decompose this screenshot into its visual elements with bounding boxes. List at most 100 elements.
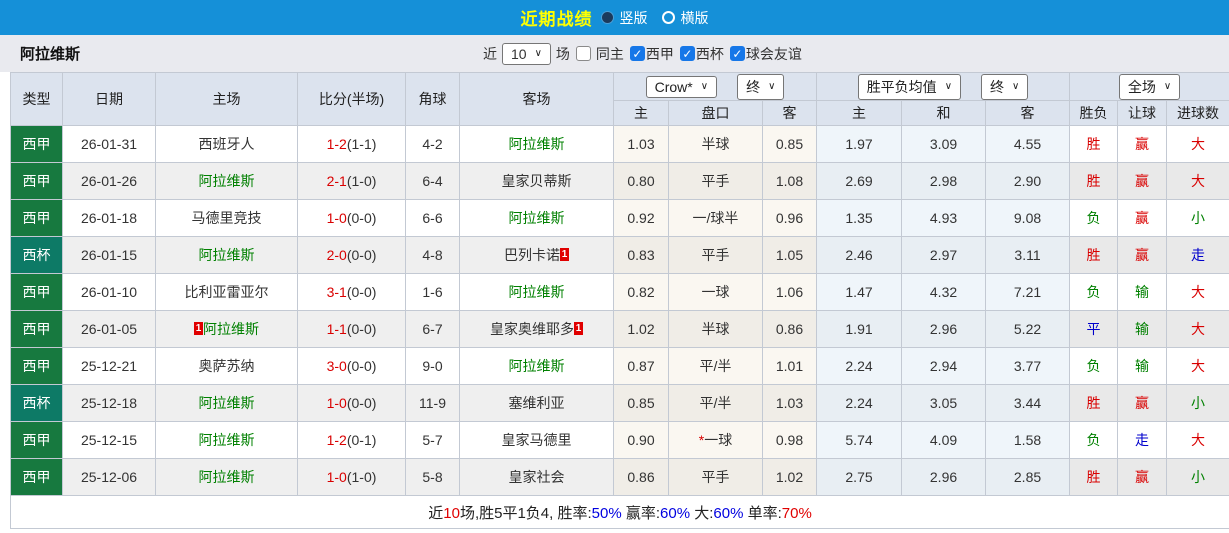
col-header-type: 类型 [10, 72, 63, 126]
crow-handicap-cell: 平/半 [668, 347, 763, 385]
date-cell: 26-01-05 [62, 310, 156, 348]
avg-away-odds-cell: 3.77 [985, 347, 1071, 385]
match-count-select[interactable]: 10 ∨ [502, 42, 551, 65]
avg-draw-odds-cell: 4.32 [901, 273, 987, 311]
avg-home-odds-cell: 1.47 [816, 273, 903, 311]
away-team-cell: 皇家奥维耶多 1 [459, 310, 614, 348]
corner-cell: 1-6 [405, 273, 460, 311]
radio-unselected-icon[interactable] [661, 11, 675, 24]
crow-home-odds-cell: 0.90 [613, 421, 669, 459]
avg-draw-odds-cell: 4.93 [901, 199, 987, 237]
liga-checkbox[interactable]: ✓ 西甲 [629, 44, 674, 64]
table-row: 西甲 25-12-15 阿拉维斯 1-2(0-1) 5-7 皇家马德里 0.90 *一球 0.9… [10, 421, 1229, 459]
horizontal-layout-radio[interactable]: 横版 [661, 8, 709, 28]
checkbox-unchecked-icon[interactable] [575, 46, 591, 61]
away-team-cell: 皇家贝蒂斯 [459, 162, 614, 200]
halftime-score: (0-0) [346, 395, 377, 411]
summary-segment: 场,胜5平1负4, 胜率: [459, 504, 592, 522]
score-cell: 1-0(0-0) [297, 199, 406, 237]
avg-away-odds-cell: 1.58 [985, 421, 1071, 459]
league-type-cell: 西甲 [10, 347, 63, 385]
radio-selected-icon[interactable] [600, 11, 614, 24]
odds-company-select[interactable]: Crow* ∨ [645, 75, 718, 98]
filter-bar: 阿拉维斯 近 10 ∨ 场 同主 ✓ 西甲 ✓ 西杯 ✓ 球会友谊 [0, 35, 1229, 72]
avg-home-odds-cell: 2.75 [816, 458, 903, 496]
team-name-label: 奥萨苏纳 [198, 358, 255, 374]
sub-header: 和 [901, 100, 987, 126]
team-name-label: 皇家贝蒂斯 [501, 173, 572, 189]
summary-segment: 近 [428, 504, 444, 522]
team-name-label: 阿拉维斯 [198, 247, 255, 263]
topbar: 近期战绩 竖版 横版 [0, 0, 1229, 35]
crow-away-odds-cell: 1.02 [761, 458, 818, 496]
handicap-label: 半球 [701, 321, 730, 337]
checkbox-checked-icon[interactable]: ✓ [729, 46, 745, 61]
handicap-result-cell: 走 [1117, 421, 1168, 459]
same-home-checkbox[interactable]: 同主 [575, 44, 624, 64]
avg-home-odds-cell: 1.91 [816, 310, 903, 348]
corner-cell: 5-7 [405, 421, 460, 459]
handicap-label: 平手 [701, 247, 730, 263]
team-name-label: 阿拉维斯 [198, 173, 255, 189]
col-header-away: 客场 [459, 72, 614, 126]
crow-handicap-cell: 半球 [668, 310, 763, 348]
handicap-result-cell: 赢 [1117, 384, 1168, 422]
halftime-score: (1-0) [346, 469, 377, 485]
table-row: 西甲 26-01-31 西班牙人 1-2(1-1) 4-2 阿拉维斯 1.03 半球 0.85 1… [10, 125, 1229, 163]
handicap-result-cell: 输 [1117, 347, 1168, 385]
summary-segment: 大: [690, 504, 714, 522]
filter-checkboxes: 同主 ✓ 西甲 ✓ 西杯 ✓ 球会友谊 [570, 44, 802, 64]
date-cell: 26-01-10 [62, 273, 156, 311]
corner-cell: 6-6 [405, 199, 460, 237]
team-name-label: 阿拉维斯 [198, 469, 255, 485]
handicap-result-cell: 赢 [1117, 199, 1168, 237]
goals-result-cell: 大 [1166, 125, 1229, 163]
win-loss-result-cell: 胜 [1069, 125, 1119, 163]
full-match-group: 全场 ∨ [1069, 72, 1229, 101]
win-loss-result-cell: 负 [1069, 421, 1119, 459]
team-name-label: 阿拉维斯 [508, 136, 565, 152]
avg-home-odds-cell: 2.24 [816, 384, 903, 422]
home-team-cell: 西班牙人 [155, 125, 298, 163]
crow-handicap-cell: *一球 [668, 421, 763, 459]
crow-handicap-cell: 平手 [668, 236, 763, 274]
table-row: 西杯 25-12-18 阿拉维斯 1-0(0-0) 11-9 塞维利亚 0.85 平/半 1.0… [10, 384, 1229, 422]
avg-draw-odds-cell: 2.94 [901, 347, 987, 385]
fulltime-score: 2-1 [326, 173, 347, 189]
checkbox-checked-icon[interactable]: ✓ [629, 46, 645, 61]
win-loss-result-cell: 负 [1069, 347, 1119, 385]
handicap-result-cell: 输 [1117, 310, 1168, 348]
league-type-cell: 西甲 [10, 273, 63, 311]
summary-segment: 70% [781, 504, 812, 522]
league-type-cell: 西甲 [10, 421, 63, 459]
table-row: 西甲 26-01-18 马德里竞技 1-0(0-0) 6-6 阿拉维斯 0.92 一/球半 0.… [10, 199, 1229, 237]
cup-checkbox[interactable]: ✓ 西杯 [679, 44, 724, 64]
handicap-label: 平手 [701, 173, 730, 189]
team-name-label: 阿拉维斯 [508, 284, 565, 300]
chevron-down-icon: ∨ [534, 48, 542, 59]
avg-draw-odds-cell: 2.96 [901, 458, 987, 496]
fulltime-score: 2-0 [326, 247, 347, 263]
crow-handicap-cell: 平手 [668, 458, 763, 496]
crow-odds-group: Crow* ∨ 终 ∨ [612, 72, 818, 101]
vertical-layout-radio[interactable]: 竖版 [600, 8, 648, 28]
league-type-cell: 西杯 [10, 236, 63, 274]
avg-draw-odds-cell: 2.97 [901, 236, 987, 274]
checkbox-checked-icon[interactable]: ✓ [679, 46, 695, 61]
home-team-cell: 阿拉维斯 [155, 236, 298, 274]
chevron-down-icon: ∨ [944, 81, 953, 92]
score-cell: 2-0(0-0) [297, 236, 406, 274]
handicap-result-cell: 赢 [1117, 458, 1168, 496]
avg-odds-select[interactable]: 胜平负均值 ∨ [857, 73, 962, 100]
league-type-cell: 西甲 [10, 199, 63, 237]
table-row: 西杯 26-01-15 阿拉维斯 2-0(0-0) 4-8 巴列卡诺 1 0.83 平手 1.05… [10, 236, 1229, 274]
date-cell: 25-12-18 [62, 384, 156, 422]
league-type-cell: 西甲 [10, 310, 63, 348]
sub-header: 胜负 [1069, 100, 1119, 126]
full-match-select[interactable]: 全场 ∨ [1118, 73, 1181, 100]
odds-time-select[interactable]: 终 ∨ [737, 73, 785, 100]
table-row: 西甲 26-01-26 阿拉维斯 2-1(1-0) 6-4 皇家贝蒂斯 0.80 平手 1.08… [10, 162, 1229, 200]
friendly-checkbox[interactable]: ✓ 球会友谊 [729, 44, 802, 64]
avg-time-select[interactable]: 终 ∨ [981, 73, 1029, 100]
score-cell: 3-1(0-0) [297, 273, 406, 311]
